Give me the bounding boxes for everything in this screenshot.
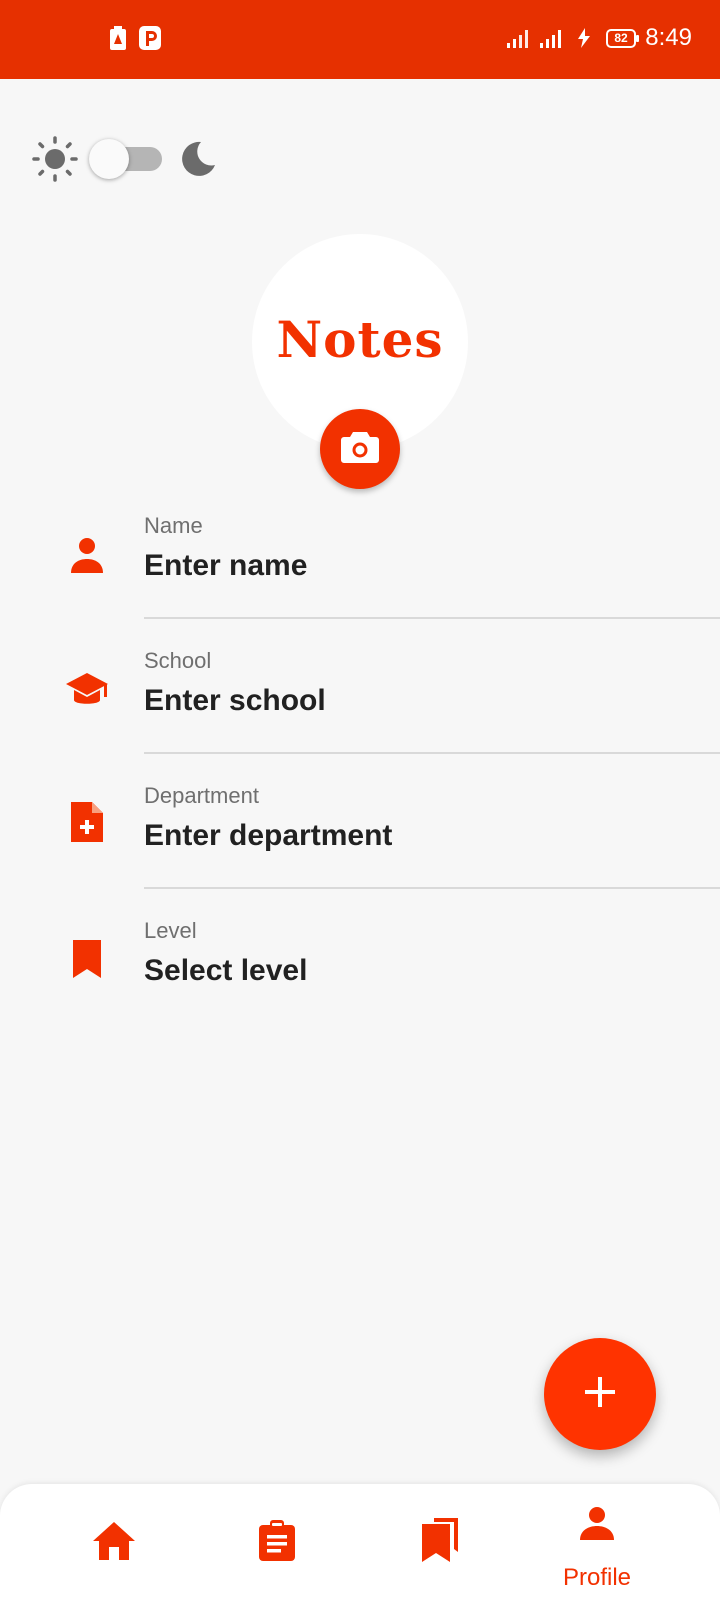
level-field[interactable]: Level Select level <box>0 918 720 1050</box>
school-field[interactable]: School Enter school <box>0 648 720 780</box>
divider <box>144 887 720 889</box>
nav-item-bookmarks[interactable] <box>360 1484 520 1600</box>
clipboard-icon <box>258 1520 296 1567</box>
nav-item-notes[interactable] <box>197 1484 357 1600</box>
name-input[interactable]: Enter name <box>144 549 307 583</box>
department-input[interactable]: Enter department <box>144 819 392 853</box>
add-button[interactable] <box>544 1338 656 1450</box>
bookmarks-icon <box>420 1516 460 1569</box>
change-photo-button[interactable] <box>320 409 400 489</box>
divider <box>144 617 720 619</box>
level-label: Level <box>144 918 197 943</box>
sun-icon <box>32 136 78 187</box>
nav-item-home[interactable] <box>34 1484 194 1600</box>
department-field[interactable]: Department Enter department <box>0 783 720 915</box>
bottom-navigation: Profile <box>0 1484 720 1600</box>
name-field[interactable]: Name Enter name <box>0 513 720 645</box>
person-icon <box>577 1504 617 1549</box>
signal-icon <box>507 28 533 53</box>
battery-level: 82 <box>614 31 628 45</box>
battery-alert-icon <box>109 26 127 55</box>
name-label: Name <box>144 513 203 538</box>
theme-switch[interactable] <box>89 139 129 179</box>
add-document-icon <box>64 799 110 850</box>
status-bar: 82 8:49 <box>0 0 720 79</box>
divider <box>144 752 720 754</box>
level-select[interactable]: Select level <box>144 954 307 988</box>
home-icon <box>92 1520 136 1567</box>
school-input[interactable]: Enter school <box>144 684 326 718</box>
theme-toggle-row <box>32 134 232 184</box>
moon-icon <box>179 140 217 183</box>
charging-icon <box>577 28 591 53</box>
avatar-logo-text: Notes <box>276 310 444 369</box>
signal-icon <box>540 28 566 53</box>
person-icon <box>64 533 110 584</box>
nav-label-profile: Profile <box>562 1564 632 1591</box>
status-time: 8:49 <box>645 24 692 51</box>
camera-icon <box>340 430 380 469</box>
plus-icon <box>582 1374 618 1415</box>
bookmark-icon <box>64 936 110 987</box>
parking-app-icon <box>139 26 161 55</box>
school-label: School <box>144 648 212 673</box>
battery-icon: 82 <box>606 29 639 48</box>
nav-item-profile[interactable]: Profile <box>517 1484 677 1600</box>
graduation-cap-icon <box>64 668 110 719</box>
department-label: Department <box>144 783 259 808</box>
